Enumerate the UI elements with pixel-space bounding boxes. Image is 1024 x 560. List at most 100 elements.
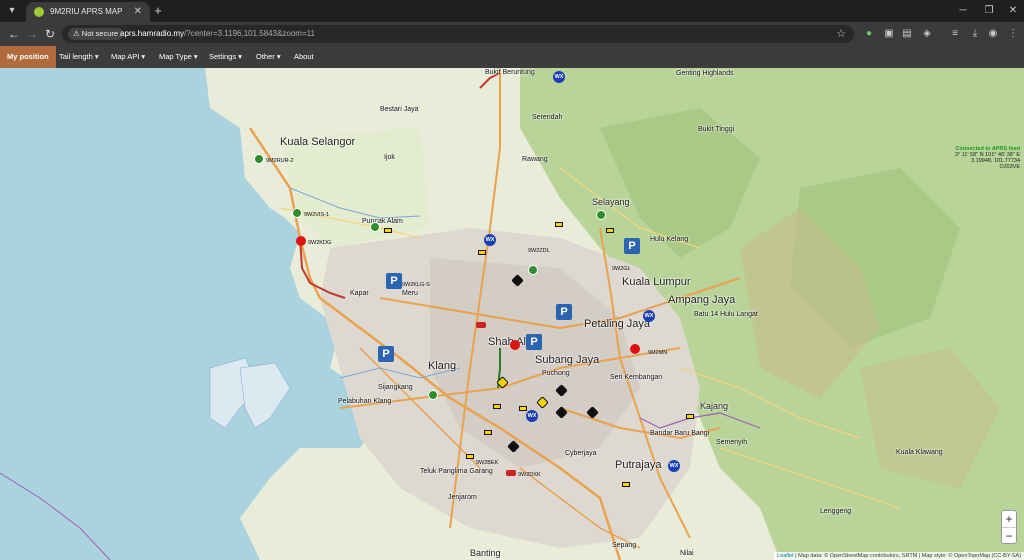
place-label: Batu 14 Hulu Langat [694,311,758,318]
address-bar: ← → ↻ ⚠ Not secure aprs.hamradio.my/?cen… [0,22,1024,46]
download-icon[interactable]: ⤓ [968,27,982,41]
leaflet-link[interactable]: Leaflet [777,553,794,559]
parking-station-icon[interactable]: P [556,304,572,320]
tab-search-icon[interactable]: ▾ [4,3,20,19]
home-station-icon[interactable] [555,222,563,227]
home-station-icon[interactable] [493,404,501,409]
browser-tab[interactable]: 9M2RIU APRS MAP ✕ [26,2,150,22]
station-callsign: 9W2DXK [518,472,541,478]
zoom-in-button[interactable]: + [1002,511,1016,527]
weather-station-icon[interactable]: WX [668,460,680,472]
maximize-button[interactable]: ❐ [982,3,996,19]
place-label: Klang [428,360,457,372]
aprs-station-marker[interactable] [370,222,380,232]
aprs-station-marker[interactable] [630,344,640,354]
station-callsign: 9W2KDG [308,240,332,246]
station-callsign: 9M2MN [648,350,668,356]
place-label: Putrajaya [615,459,662,471]
parking-station-icon[interactable]: P [386,273,402,289]
new-tab-button[interactable]: + [150,3,166,19]
other-menu[interactable]: Other ▾ [249,46,288,68]
place-label: Cyberjaya [565,450,597,457]
home-station-icon[interactable] [384,228,392,233]
place-label: Seri Kembangan [610,374,663,381]
aprs-station-marker[interactable] [528,265,538,275]
map-api-menu[interactable]: Map API ▾ [104,46,152,68]
weather-station-icon[interactable]: WX [643,310,655,322]
place-label: Bestari Jaya [380,106,419,113]
zoom-out-button[interactable]: − [1002,527,1016,543]
map-base-svg [0,68,1024,560]
aprs-station-marker[interactable] [254,154,264,164]
place-label: Genting Highlands [676,70,734,77]
place-label: Rawang [522,156,548,163]
aprs-station-marker[interactable] [296,236,306,246]
weather-station-icon[interactable]: WX [484,234,496,246]
place-label: Bandar Baru Bangi [650,430,710,437]
weather-station-icon[interactable]: WX [553,71,565,83]
place-label: Hulu Kelang [650,236,689,243]
tail-length-menu[interactable]: Tail length ▾ [52,46,106,68]
favicon-icon [34,7,44,17]
station-callsign: 9W2KLG-S [402,282,430,288]
place-label: Kuala Selangor [280,136,356,148]
settings-menu[interactable]: Settings ▾ [202,46,249,68]
forward-button[interactable]: → [24,26,40,42]
place-label: Ampang Jaya [668,294,736,306]
weather-station-icon[interactable]: WX [526,410,538,422]
map-canvas[interactable]: Kuala Selangor Kuala Lumpur Petaling Jay… [0,68,1024,560]
parking-station-icon[interactable]: P [526,334,542,350]
place-label: Sijangkang [378,384,413,391]
extension-icon[interactable]: ● [862,27,876,41]
attribution-text: | Map data: © OpenStreetMap contributors… [793,553,1021,559]
aprs-station-marker[interactable] [428,390,438,400]
car-station-icon[interactable] [506,470,516,476]
browser-menu-icon[interactable]: ⋮ [1006,27,1020,41]
aprs-station-marker[interactable] [596,210,606,220]
map-type-menu[interactable]: Map Type ▾ [152,46,205,68]
extension-icon[interactable]: ▤ [900,27,914,41]
home-station-icon[interactable] [686,414,694,419]
extensions-puzzle-icon[interactable]: ◈ [920,27,934,41]
tab-title: 9M2RIU APRS MAP [50,7,123,16]
home-station-icon[interactable] [519,406,527,411]
url-text: aprs.hamradio.my/?center=3.1196,101.5843… [120,29,315,38]
home-station-icon[interactable] [478,250,486,255]
connection-status: Connected to APRS feed 3° 11' 58" N 101°… [955,146,1020,170]
car-station-icon[interactable] [476,322,486,328]
zoom-control: + − [1001,510,1017,544]
my-position-button[interactable]: My position [0,46,56,68]
aprs-station-marker[interactable] [510,340,520,350]
place-label: Bukit Beruntung [485,69,535,76]
place-label: Kuala Lumpur [622,276,691,288]
place-label: Jenjarom [448,494,477,501]
url-input[interactable]: ⚠ Not secure aprs.hamradio.my/?center=3.… [62,25,854,43]
station-callsign: 9W2VIS-1 [304,212,330,218]
place-label: Kapar [350,290,369,297]
extension-icon[interactable]: ▣ [882,27,896,41]
map-attribution: Leaflet | Map data: © OpenStreetMap cont… [774,552,1024,560]
bookmark-star-icon[interactable]: ☆ [836,27,846,40]
back-button[interactable]: ← [6,26,22,42]
minimize-button[interactable]: ─ [956,3,970,19]
parking-station-icon[interactable]: P [624,238,640,254]
tab-close-icon[interactable]: ✕ [134,6,142,17]
place-label: Sepang [612,542,637,549]
aprs-station-marker[interactable] [292,208,302,218]
parking-station-icon[interactable]: P [378,346,394,362]
home-station-icon[interactable] [606,228,614,233]
app-navbar: My position Tail length ▾ Map API ▾ Map … [0,46,1024,68]
profile-avatar-icon[interactable]: ◉ [986,27,1000,41]
home-station-icon[interactable] [622,482,630,487]
reload-button[interactable]: ↻ [42,26,58,42]
place-label: Subang Jaya [535,354,600,366]
home-station-icon[interactable] [484,430,492,435]
window-close-button[interactable]: ✕ [1006,3,1020,19]
media-icon[interactable]: ≡ [948,27,962,41]
place-label: Selayang [592,197,630,207]
security-indicator[interactable]: ⚠ Not secure [68,28,124,40]
about-link[interactable]: About [287,46,321,68]
url-path: /?center=3.1196,101.5843&zoom=11 [184,29,315,38]
home-station-icon[interactable] [466,454,474,459]
place-label: Serendah [532,114,563,121]
